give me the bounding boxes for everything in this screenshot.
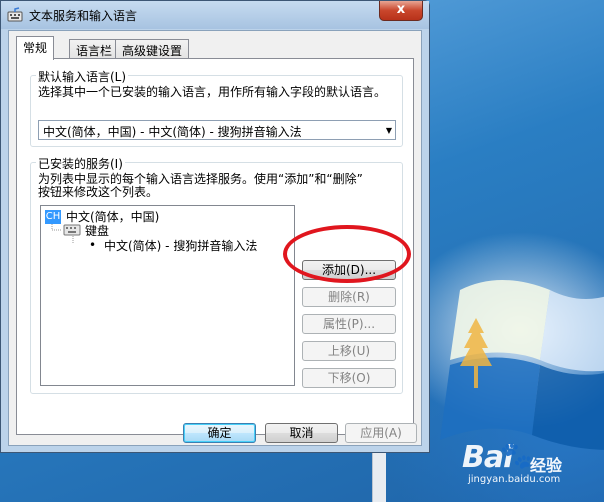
remove-button[interactable]: 删除(R) <box>302 287 396 307</box>
properties-button[interactable]: 属性(P)... <box>302 314 396 334</box>
tab-language-bar[interactable]: 语言栏 <box>69 39 120 59</box>
watermark-brand-2: 经验 <box>530 456 563 475</box>
background-window-edge <box>372 452 386 502</box>
paw-icon: 🐾 <box>500 441 533 471</box>
tab-label: 语言栏 <box>76 44 113 58</box>
installed-services-label: 已安装的服务(I) <box>36 155 125 172</box>
tree-connector-icon <box>51 224 62 231</box>
tab-label: 常规 <box>23 41 48 55</box>
keyboard-icon <box>63 224 81 236</box>
default-language-value: 中文(简体，中国) - 中文(简体) - 搜狗拼音输入法 <box>43 125 302 139</box>
watermark-url: jingyan.baidu.com <box>468 474 561 485</box>
move-down-button[interactable]: 下移(O) <box>302 368 396 388</box>
language-code-badge: CH <box>45 210 61 224</box>
default-language-select[interactable]: 中文(简体，中国) - 中文(简体) - 搜狗拼音输入法 ▼ <box>38 120 396 140</box>
tree-item-language[interactable]: 中文(简体，中国) <box>66 210 159 224</box>
annotation-circle <box>283 225 411 283</box>
close-button[interactable]: x <box>379 1 423 21</box>
tree-connector-icon <box>72 236 74 244</box>
tree-item-keyboard[interactable]: 键盘 <box>85 224 109 238</box>
keyboard-app-icon <box>7 7 23 22</box>
move-up-button[interactable]: 上移(U) <box>302 341 396 361</box>
tab-advanced-key-settings[interactable]: 高级键设置 <box>115 39 190 59</box>
installed-services-description-2: 按钮来修改这个列表。 <box>38 185 159 199</box>
ok-button[interactable]: 确定 <box>183 423 256 443</box>
tree-bullet-icon: • <box>89 238 97 252</box>
default-language-label: 默认输入语言(L) <box>36 68 129 85</box>
apply-button[interactable]: 应用(A) <box>345 423 417 443</box>
title-bar[interactable]: 文本服务和输入语言 x <box>1 1 429 29</box>
tree-silhouette-icon <box>460 318 492 388</box>
tree-item-service[interactable]: 中文(简体) - 搜狗拼音输入法 <box>104 239 257 253</box>
services-tree[interactable]: CH 中文(简体，中国) 键盘 • 中文(简体) - 搜狗拼音输入法 <box>40 205 295 386</box>
tab-general[interactable]: 常规 <box>16 36 55 60</box>
tab-label: 高级键设置 <box>122 44 183 58</box>
default-language-description: 选择其中一个已安装的输入语言，用作所有输入字段的默认语言。 <box>38 85 387 99</box>
dropdown-arrow-icon: ▼ <box>385 126 392 135</box>
installed-services-description-1: 为列表中显示的每个输入语言选择服务。使用“添加”和“删除” <box>38 172 363 186</box>
window-title: 文本服务和输入语言 <box>29 9 138 23</box>
cancel-button[interactable]: 取消 <box>265 423 338 443</box>
